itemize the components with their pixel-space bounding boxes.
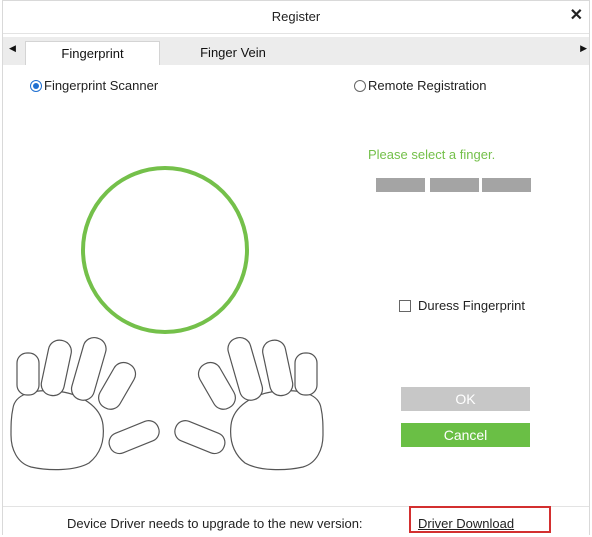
close-icon[interactable]: ✕ <box>570 5 583 27</box>
right-ring-finger[interactable] <box>261 338 295 398</box>
footer-bar: Device Driver needs to upgrade to the ne… <box>3 506 589 537</box>
ok-button[interactable]: OK <box>401 387 530 411</box>
radio-remote-registration[interactable]: Remote Registration <box>354 78 487 93</box>
radio-selected-icon <box>30 79 42 92</box>
left-pinky-finger[interactable] <box>16 352 40 396</box>
duress-fingerprint-label: Duress Fingerprint <box>418 298 525 313</box>
hands-diagram <box>10 336 324 471</box>
radio-fingerprint-scanner[interactable]: Fingerprint Scanner <box>30 78 158 93</box>
right-pinky-finger[interactable] <box>294 352 318 396</box>
progress-slot <box>430 178 479 192</box>
right-palm-shape <box>230 390 324 471</box>
radio-unselected-icon <box>354 79 366 92</box>
checkbox-icon <box>399 299 411 312</box>
radio-label: Remote Registration <box>368 78 487 93</box>
progress-slot <box>376 178 425 192</box>
driver-upgrade-message: Device Driver needs to upgrade to the ne… <box>67 516 363 531</box>
tab-finger-vein[interactable]: Finger Vein <box>163 41 303 65</box>
register-dialog: Register ✕ ◀ Fingerprint Finger Vein ▶ F… <box>2 0 590 537</box>
fingerprint-panel: Fingerprint Scanner Remote Registration … <box>3 65 589 506</box>
dialog-title: Register <box>271 9 321 24</box>
fingerprint-scan-area <box>81 166 249 334</box>
duress-fingerprint-checkbox[interactable]: Duress Fingerprint <box>399 298 525 313</box>
driver-download-link[interactable]: Driver Download <box>418 516 514 531</box>
title-bar: Register ✕ <box>3 1 589 34</box>
tab-fingerprint[interactable]: Fingerprint <box>25 41 160 66</box>
right-thumb[interactable] <box>172 418 228 457</box>
left-thumb[interactable] <box>106 418 162 457</box>
cancel-button[interactable]: Cancel <box>401 423 530 447</box>
progress-slot <box>482 178 531 192</box>
tab-scroll-left-icon[interactable]: ◀ <box>9 43 16 54</box>
left-ring-finger[interactable] <box>39 338 73 398</box>
select-finger-prompt: Please select a finger. <box>368 147 496 162</box>
tab-scroll-right-icon[interactable]: ▶ <box>580 43 587 54</box>
radio-label: Fingerprint Scanner <box>44 78 159 93</box>
left-palm-shape <box>10 390 104 471</box>
tab-bar: ◀ Fingerprint Finger Vein ▶ <box>3 37 589 66</box>
